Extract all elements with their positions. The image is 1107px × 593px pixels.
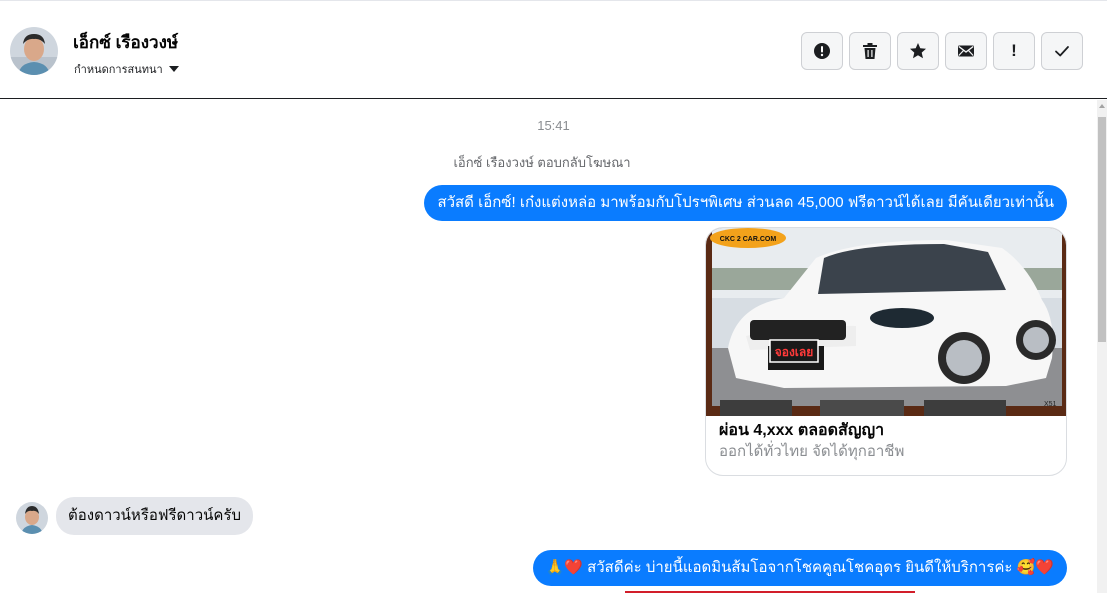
ad-card[interactable]: CKC 2 CAR.COM จองเลย X51 ผ่อน 4,xxx ตลอด… [705, 227, 1067, 476]
contact-name[interactable]: เอ็กซ์ เรืองวงษ์ [73, 29, 178, 56]
ad-badge-text: CKC 2 CAR.COM [720, 236, 777, 243]
delete-button[interactable] [849, 32, 891, 70]
scroll-up-arrow-icon[interactable] [1099, 104, 1105, 108]
check-icon [1055, 46, 1069, 57]
action-toolbar: ! [801, 32, 1083, 70]
incoming-message[interactable]: ต้องดาวน์หรือฟรีดาวน์ครับ [56, 497, 253, 535]
assign-label: กำหนดการสนทนา [74, 64, 163, 76]
thread-scrollbar[interactable] [1097, 100, 1107, 593]
ad-card-image[interactable]: CKC 2 CAR.COM จองเลย X51 [706, 228, 1067, 416]
scroll-thumb[interactable] [1098, 117, 1106, 342]
envelope-icon [958, 45, 974, 57]
outgoing-message[interactable]: 🙏❤️ สวัสดีค่ะ บ่ายนี้แอดมินส้มโอจากโชคคู… [532, 550, 1067, 586]
exclamation-icon: ! [1011, 41, 1017, 60]
caret-down-icon [168, 66, 179, 72]
mark-unread-button[interactable] [945, 32, 987, 70]
sender-avatar[interactable] [16, 502, 48, 534]
trash-icon [863, 43, 877, 59]
follow-up-button[interactable]: ! [993, 32, 1035, 70]
ad-card-subtitle: ออกได้ทั่วไทย จัดได้ทุกอาชีพ [719, 443, 905, 460]
assign-conversation-dropdown[interactable]: กำหนดการสนทนา [74, 60, 179, 78]
mark-spam-button[interactable] [801, 32, 843, 70]
star-button[interactable] [897, 32, 939, 70]
ad-reply-note: เอ็กซ์ เรืองวงษ์ ตอบกลับโฆษณา [453, 155, 631, 170]
exclamation-circle-icon [814, 43, 830, 59]
ad-corner-text: X51 [1044, 401, 1057, 408]
message-timestamp: 15:41 [537, 118, 570, 133]
message-thread[interactable]: 15:41 เอ็กซ์ เรืองวงษ์ ตอบกลับโฆษณา สวัส… [0, 100, 1097, 593]
outgoing-message[interactable]: สวัสดี เอ็กซ์! เก๋งแต่งหล่อ มาพร้อมกับโป… [424, 185, 1067, 221]
mark-done-button[interactable] [1041, 32, 1083, 70]
star-icon [910, 43, 926, 59]
conversation-header: เอ็กซ์ เรืองวงษ์ กำหนดการสนทนา ! [0, 3, 1107, 99]
contact-avatar[interactable] [10, 27, 58, 75]
ad-plate-text: จองเลย [775, 345, 814, 359]
